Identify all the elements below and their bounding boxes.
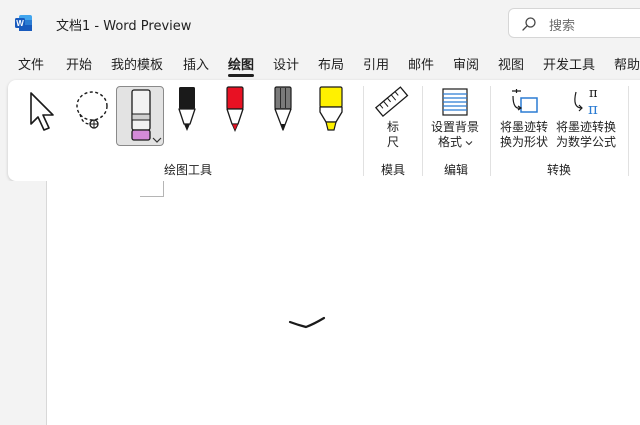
tab-file[interactable]: 文件 — [18, 54, 44, 73]
tab-references[interactable]: 引用 — [363, 54, 389, 73]
tab-view[interactable]: 视图 — [498, 54, 524, 73]
tab-review[interactable]: 审阅 — [453, 54, 479, 73]
document-page[interactable] — [46, 181, 640, 425]
select-pointer-icon[interactable] — [26, 90, 60, 134]
tab-help[interactable]: 帮助 — [614, 54, 640, 73]
ruler-label-line2[interactable]: 尺 — [387, 135, 399, 150]
search-icon — [522, 17, 536, 31]
ruler-icon[interactable] — [374, 84, 410, 120]
search-box[interactable]: 搜索 — [508, 8, 640, 38]
chevron-down-icon[interactable] — [465, 140, 473, 146]
highlighter-icon[interactable] — [316, 86, 346, 134]
ink-to-math-line1[interactable]: 将墨迹转换 — [556, 120, 616, 135]
svg-text:π: π — [589, 86, 598, 101]
red-pen-icon[interactable] — [222, 86, 248, 134]
tab-mailings[interactable]: 邮件 — [408, 54, 434, 73]
background-format-line1[interactable]: 设置背景 — [431, 120, 479, 135]
ribbon-tabs: 文件 开始 我的模板 插入 绘图 设计 布局 引用 邮件 审阅 视图 开发工具 … — [0, 46, 640, 78]
ink-stroke[interactable] — [284, 312, 330, 334]
lasso-select-icon[interactable] — [68, 88, 114, 134]
group-separator — [422, 86, 423, 176]
ink-to-math-icon[interactable]: π π — [570, 84, 606, 118]
ruler-label-line1[interactable]: 标 — [387, 120, 399, 135]
tab-home[interactable]: 开始 — [66, 54, 92, 73]
document-title: 文档1 - Word Preview — [56, 19, 192, 34]
pencil-icon[interactable] — [270, 86, 296, 134]
chevron-down-icon[interactable] — [152, 136, 162, 144]
active-tab-indicator — [228, 74, 254, 77]
margin-corner-mark — [140, 181, 164, 197]
ink-to-shape-icon[interactable] — [509, 86, 541, 118]
tab-developer[interactable]: 开发工具 — [543, 54, 595, 73]
svg-text:W: W — [16, 19, 24, 28]
group-label-edit: 编辑 — [444, 163, 469, 177]
background-format-line2[interactable]: 格式 — [438, 135, 462, 150]
tab-insert[interactable]: 插入 — [183, 54, 209, 73]
background-format-icon[interactable] — [440, 87, 470, 117]
black-pen-icon[interactable] — [174, 86, 200, 134]
group-label-stencils: 模具 — [381, 163, 406, 177]
search-placeholder: 搜索 — [549, 19, 576, 34]
title-bar: W 文档1 - Word Preview 搜索 — [0, 0, 640, 46]
tab-my-templates[interactable]: 我的模板 — [111, 54, 163, 73]
tab-layout[interactable]: 布局 — [318, 54, 344, 73]
group-separator — [490, 86, 491, 176]
ribbon-panel: 绘图工具 标 尺 模具 设置背景 格式 编辑 将墨迹转 换为形状 π π 将墨迹… — [8, 80, 640, 181]
tab-design[interactable]: 设计 — [273, 54, 299, 73]
ink-to-shape-line2[interactable]: 换为形状 — [500, 135, 548, 150]
ink-to-shape-line1[interactable]: 将墨迹转 — [500, 120, 548, 135]
word-app-icon: W — [15, 15, 32, 31]
tab-draw[interactable]: 绘图 — [228, 54, 254, 73]
group-label-convert: 转换 — [547, 163, 572, 177]
group-label-draw-tools: 绘图工具 — [164, 163, 213, 177]
svg-text:π: π — [588, 100, 598, 118]
ink-to-math-line2[interactable]: 为数学公式 — [556, 135, 616, 150]
group-separator — [363, 86, 364, 176]
group-separator — [628, 86, 629, 176]
